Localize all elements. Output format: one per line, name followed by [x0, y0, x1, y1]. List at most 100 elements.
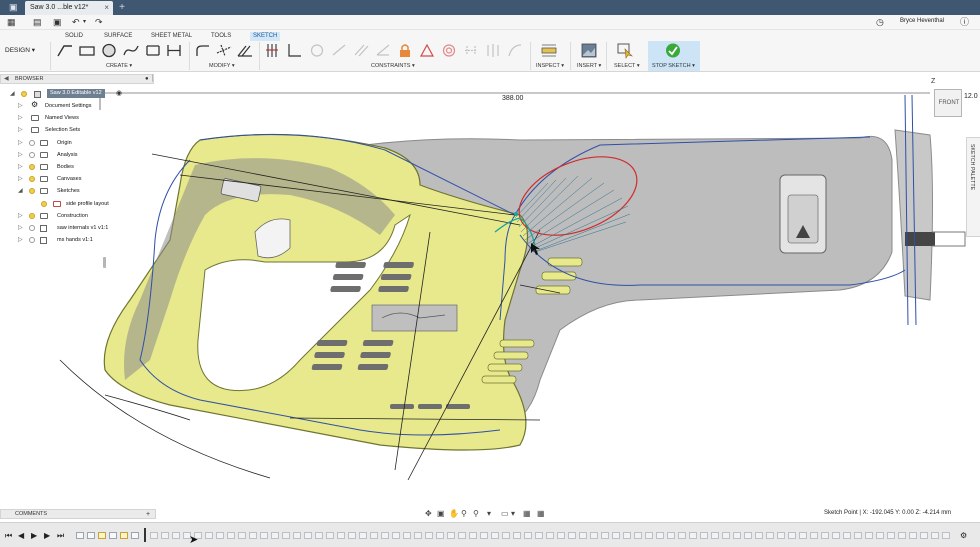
- timeline-feature[interactable]: [931, 532, 939, 539]
- tab-tools[interactable]: TOOLS: [208, 32, 234, 41]
- display-settings-icon[interactable]: ▭: [501, 507, 509, 520]
- activate-radio-icon[interactable]: ◉: [116, 89, 122, 98]
- curvature-constraint-icon[interactable]: [440, 42, 458, 59]
- timeline-feature[interactable]: [546, 532, 554, 539]
- timeline-feature[interactable]: [109, 532, 117, 539]
- equal-constraint-icon[interactable]: [462, 42, 480, 59]
- expand-chevron-icon[interactable]: ◢: [10, 89, 18, 99]
- go-to-start-icon[interactable]: ⏮: [5, 531, 12, 541]
- collinear-constraint-icon[interactable]: [285, 42, 303, 59]
- timeline-feature[interactable]: [722, 532, 730, 539]
- timeline-feature[interactable]: [480, 532, 488, 539]
- timeline-feature[interactable]: [458, 532, 466, 539]
- timeline-feature[interactable]: [777, 532, 785, 539]
- timeline-feature[interactable]: [491, 532, 499, 539]
- measure-tool-icon[interactable]: [540, 42, 558, 59]
- select-tool-icon[interactable]: [616, 42, 634, 59]
- tab-close-icon[interactable]: ×: [104, 3, 109, 12]
- timeline-feature[interactable]: [535, 532, 543, 539]
- timeline-feature[interactable]: [799, 532, 807, 539]
- sketch-point[interactable]: [514, 212, 518, 216]
- undo-dropdown-icon[interactable]: ▾: [83, 16, 86, 29]
- collapse-arrow-icon[interactable]: ◀: [4, 75, 9, 84]
- job-status-icon[interactable]: ◷: [876, 16, 884, 29]
- step-forward-icon[interactable]: ▶: [44, 531, 50, 541]
- dimension-value[interactable]: 388.00: [502, 95, 523, 102]
- expand-chevron-icon[interactable]: ▷: [18, 174, 26, 184]
- timeline-feature[interactable]: [887, 532, 895, 539]
- timeline-feature[interactable]: [161, 532, 169, 539]
- expand-chevron-icon[interactable]: ▷: [18, 223, 26, 233]
- stop-sketch-check-icon[interactable]: [664, 42, 682, 59]
- viewcube[interactable]: FRONT: [934, 89, 962, 117]
- app-menu-icon[interactable]: ▣: [9, 3, 18, 12]
- timeline-feature[interactable]: [436, 532, 444, 539]
- save-icon[interactable]: ▣: [53, 16, 62, 29]
- expand-chevron-icon[interactable]: ▷: [18, 101, 26, 111]
- timeline-feature[interactable]: [381, 532, 389, 539]
- timeline-feature[interactable]: [513, 532, 521, 539]
- insert-canvas-icon[interactable]: [580, 42, 598, 59]
- timeline-feature[interactable]: [469, 532, 477, 539]
- timeline-feature[interactable]: [755, 532, 763, 539]
- timeline-feature[interactable]: [403, 532, 411, 539]
- visibility-bulb-icon[interactable]: [29, 188, 35, 194]
- timeline-feature[interactable]: [172, 532, 180, 539]
- timeline-feature[interactable]: [557, 532, 565, 539]
- create-menu[interactable]: CREATE ▾: [106, 63, 132, 69]
- visibility-bulb-icon[interactable]: [29, 225, 35, 231]
- browser-item-document-settings[interactable]: ▷ ⚙ Document Settings: [18, 101, 138, 111]
- midpoint-constraint-icon[interactable]: [330, 42, 348, 59]
- expand-chevron-icon[interactable]: ▷: [18, 235, 26, 245]
- dimension-value-right[interactable]: 12.0: [964, 93, 978, 100]
- timeline-feature[interactable]: [920, 532, 928, 539]
- timeline-feature[interactable]: [249, 532, 257, 539]
- symmetry-constraint-icon[interactable]: [484, 42, 502, 59]
- timeline-feature[interactable]: [227, 532, 235, 539]
- visibility-bulb-icon[interactable]: [29, 213, 35, 219]
- browser-item-origin[interactable]: ▷ Origin: [18, 138, 138, 148]
- comments-panel-header[interactable]: COMMENTS +: [0, 509, 156, 519]
- redo-icon[interactable]: ↷: [95, 16, 103, 29]
- timeline-feature[interactable]: [293, 532, 301, 539]
- timeline-feature[interactable]: [689, 532, 697, 539]
- tab-surface[interactable]: SURFACE: [101, 32, 135, 41]
- expand-chevron-icon[interactable]: ▷: [18, 138, 26, 148]
- timeline-feature[interactable]: [282, 532, 290, 539]
- browser-root-row[interactable]: ◢: [10, 89, 50, 99]
- browser-item-bodies[interactable]: ▷ Bodies: [18, 162, 138, 172]
- visibility-bulb-icon[interactable]: [29, 237, 35, 243]
- timeline-feature[interactable]: [87, 532, 95, 539]
- panel-options-icon[interactable]: ●: [145, 75, 149, 84]
- spline-tool-icon[interactable]: [122, 42, 140, 59]
- timeline-feature[interactable]: [76, 532, 84, 539]
- visibility-bulb-icon[interactable]: [29, 164, 35, 170]
- timeline-feature[interactable]: [601, 532, 609, 539]
- sketch-canvas[interactable]: [0, 84, 980, 508]
- add-comment-button[interactable]: +: [146, 510, 150, 519]
- go-to-end-icon[interactable]: ⏭: [57, 531, 64, 541]
- timeline-feature[interactable]: [359, 532, 367, 539]
- timeline-settings-icon[interactable]: ⚙: [960, 531, 967, 541]
- timeline-feature[interactable]: [150, 532, 158, 539]
- timeline-feature[interactable]: [370, 532, 378, 539]
- timeline-feature[interactable]: [656, 532, 664, 539]
- timeline-feature[interactable]: [667, 532, 675, 539]
- perpendicular-constraint-icon[interactable]: [374, 42, 392, 59]
- timeline-feature[interactable]: [645, 532, 653, 539]
- timeline-feature[interactable]: [348, 532, 356, 539]
- timeline-feature[interactable]: [238, 532, 246, 539]
- visibility-bulb-icon[interactable]: [21, 91, 27, 97]
- parallel-constraint-icon[interactable]: [352, 42, 370, 59]
- concentric-constraint-icon[interactable]: [308, 42, 326, 59]
- timeline-feature[interactable]: [821, 532, 829, 539]
- browser-item-construction[interactable]: ▷ Construction: [18, 211, 138, 221]
- timeline-feature[interactable]: [865, 532, 873, 539]
- browser-item-named-views[interactable]: ▷ Named Views: [18, 113, 138, 123]
- browser-item-analysis[interactable]: ▷ Analysis: [18, 150, 138, 160]
- data-panel-grid-icon[interactable]: ▦: [7, 16, 16, 29]
- timeline-feature[interactable]: [337, 532, 345, 539]
- timeline-feature[interactable]: [843, 532, 851, 539]
- fit-icon[interactable]: ⚲: [473, 507, 479, 520]
- tangent-constraint-icon[interactable]: [418, 42, 436, 59]
